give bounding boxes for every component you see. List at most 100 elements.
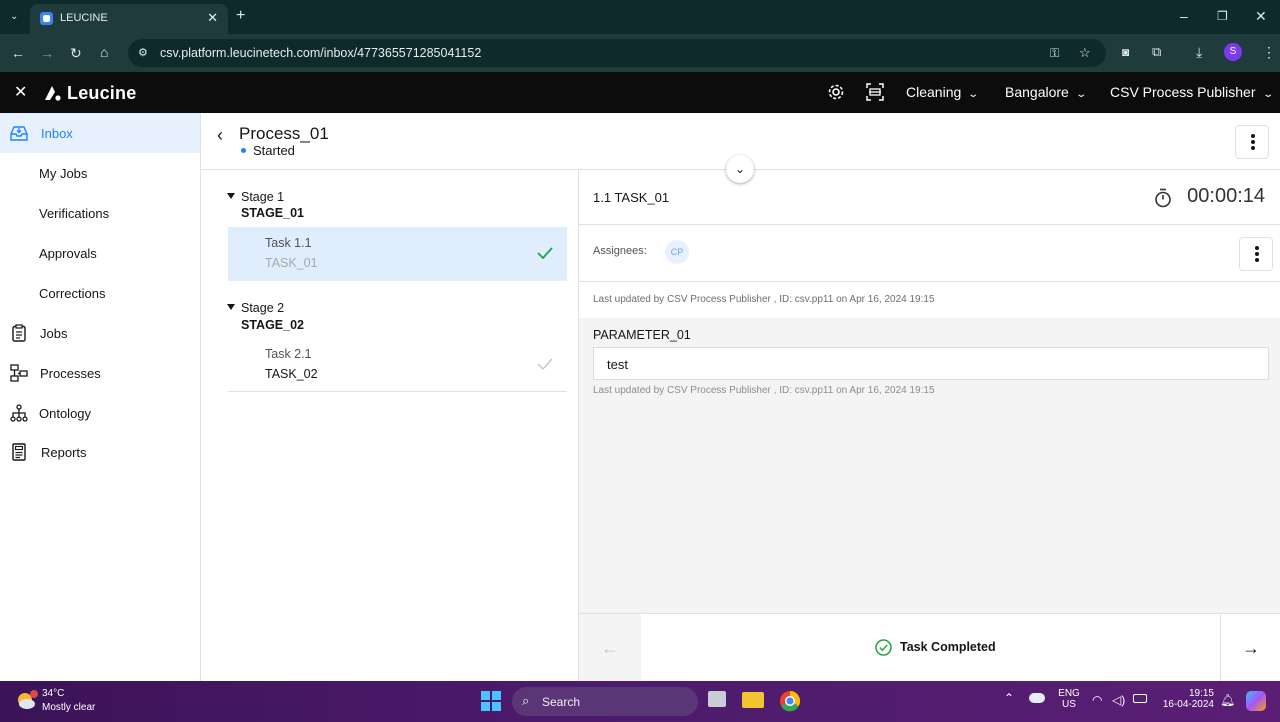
sidebar-item-approvals[interactable]: Approvals (0, 233, 200, 273)
site-info-icon[interactable]: ⚙ (138, 46, 148, 60)
home-icon[interactable]: ⌂ (100, 45, 108, 59)
facility-dropdown[interactable]: Cleaning ⌄ (906, 84, 980, 100)
process-more-button[interactable] (1235, 125, 1269, 159)
task-footer: ← Task Completed → (579, 613, 1280, 682)
assignees-row: Assignees: CP (579, 225, 1280, 282)
sidebar-item-reports[interactable]: Reports (0, 432, 200, 472)
check-circle-icon (875, 639, 892, 656)
task-item[interactable]: Task 2.1 TASK_02 (228, 338, 567, 392)
sidebar-item-corrections[interactable]: Corrections (0, 273, 200, 313)
tab-search-icon[interactable]: ⌄ (10, 10, 18, 24)
sidebar-item-label: Jobs (40, 326, 68, 341)
task-completed-status: Task Completed (900, 640, 996, 654)
task-view-icon[interactable] (708, 691, 726, 707)
collapse-header-button[interactable]: ⌄ (726, 155, 754, 183)
stage-toggle[interactable]: Stage 2 (227, 301, 284, 315)
back-icon[interactable]: ← (11, 46, 25, 60)
check-icon (537, 247, 553, 259)
chrome-icon[interactable] (778, 689, 802, 713)
chevron-up-icon[interactable]: ⌃ (1004, 691, 1014, 705)
arrow-left-icon: ← (601, 638, 619, 658)
app-header: ✕ Leucine Cleaning ⌄ Bangalore ⌄ CSV Proce… (0, 72, 1280, 113)
wifi-icon[interactable]: ◠ (1092, 693, 1102, 707)
sidebar-item-inbox[interactable]: Inbox (0, 113, 200, 153)
file-explorer-icon[interactable] (742, 692, 764, 708)
settings-gear-icon[interactable] (827, 83, 845, 101)
browser-toolbar: ← → ↻ ⌂ ⚙ csv.platform.leucinetech.com/i… (0, 34, 1280, 72)
password-key-icon[interactable]: ⚿ (1050, 46, 1059, 60)
window-close-icon[interactable]: ✕ (1255, 9, 1267, 23)
task-name: TASK_02 (265, 367, 318, 381)
flowchart-icon (10, 364, 28, 382)
check-icon (537, 358, 553, 370)
parameter-last-updated: Last updated by CSV Process Publisher , … (593, 385, 935, 396)
minimize-icon[interactable]: – (1180, 9, 1188, 23)
close-icon[interactable]: ✕ (14, 82, 27, 102)
sidebar-item-label: Approvals (39, 246, 97, 261)
sidebar-item-label: Processes (40, 366, 101, 381)
clipboard-icon (12, 324, 26, 342)
camera-icon[interactable]: ◙ (1122, 45, 1129, 59)
download-icon[interactable]: ⤓ (1196, 45, 1202, 59)
bookmark-star-icon[interactable]: ☆ (1079, 46, 1091, 60)
sidebar-item-label: Ontology (39, 406, 92, 421)
notification-bell-icon[interactable]: 🔔︎ (1220, 693, 1235, 707)
site-dropdown[interactable]: Bangalore ⌄ (1005, 84, 1087, 100)
sidebar-item-jobs[interactable]: Jobs (0, 313, 200, 353)
battery-icon[interactable] (1133, 694, 1147, 703)
favicon-icon (40, 12, 53, 25)
copilot-icon[interactable] (1246, 691, 1266, 711)
browser-tab[interactable]: LEUCINE ✕ (30, 4, 228, 34)
caret-down-icon (227, 193, 235, 199)
search-label: Search (542, 695, 581, 709)
chevron-down-icon: ⌄ (734, 162, 746, 176)
brand-name: Leucine (67, 83, 137, 103)
task-title: 1.1 TASK_01 (593, 190, 670, 205)
onedrive-cloud-icon[interactable] (1029, 693, 1045, 703)
task-panel: 1.1 TASK_01 00:00:14 Assignees: CP Last … (578, 170, 1280, 682)
back-arrow-icon[interactable]: ‹ (217, 125, 223, 146)
forward-icon[interactable]: → (40, 46, 54, 60)
profile-avatar[interactable]: S (1224, 43, 1242, 61)
chevron-down-icon: ⌄ (1075, 89, 1087, 100)
reload-icon[interactable]: ↻ (70, 46, 82, 60)
new-tab-icon[interactable]: + (236, 8, 245, 24)
sidebar-item-label: Verifications (39, 206, 110, 221)
chevron-down-icon: ⌄ (967, 89, 980, 100)
restore-icon[interactable]: ❐ (1217, 9, 1228, 23)
process-status: Started (253, 143, 295, 158)
volume-icon[interactable]: ◁) (1112, 693, 1125, 707)
caret-down-icon (227, 304, 235, 310)
assignee-avatar[interactable]: CP (665, 240, 689, 264)
sidebar-item-label: My Jobs (39, 166, 88, 181)
sidebar-item-ontology[interactable]: Ontology (0, 393, 200, 433)
task-item[interactable]: Task 1.1 TASK_01 (228, 227, 567, 281)
browser-tab-bar: ⌄ LEUCINE ✕ + – ❐ ✕ (0, 0, 1280, 34)
sidebar-item-verifications[interactable]: Verifications (0, 193, 200, 233)
search-icon: ⌕ (522, 693, 530, 708)
address-field[interactable]: ⚙ csv.platform.leucinetech.com/inbox/477… (128, 39, 1106, 67)
weather-description: Mostly clear (42, 702, 96, 713)
sidebar: Inbox My Jobs Verifications Approvals Co… (0, 113, 201, 681)
tab-title: LEUCINE (60, 12, 108, 24)
next-task-button[interactable]: → (1220, 614, 1280, 682)
scanner-icon[interactable] (866, 83, 884, 101)
windows-start-icon[interactable] (481, 691, 501, 711)
parameter-input[interactable]: test (593, 347, 1269, 380)
task-number: Task 1.1 (265, 236, 312, 250)
parameter-label: PARAMETER_01 (593, 328, 691, 342)
browser-menu-icon[interactable]: ⋮ (1262, 45, 1276, 59)
tab-close-icon[interactable]: ✕ (207, 10, 218, 26)
stage-toggle[interactable]: Stage 1 (227, 190, 284, 204)
extensions-icon[interactable]: ⧉ (1152, 45, 1161, 59)
task-more-button[interactable] (1239, 237, 1273, 271)
taskbar-search[interactable]: ⌕ Search (512, 687, 698, 716)
status-dot (241, 148, 246, 153)
language-indicator[interactable]: ENG US (1058, 688, 1080, 710)
system-clock[interactable]: 19:15 16-04-2024 (1160, 688, 1214, 710)
previous-task-button[interactable]: ← (579, 614, 641, 682)
sidebar-item-processes[interactable]: Processes (0, 353, 200, 393)
sidebar-item-my-jobs[interactable]: My Jobs (0, 153, 200, 193)
user-dropdown[interactable]: CSV Process Publisher ⌄ (1110, 84, 1274, 100)
weather-icon[interactable] (14, 689, 38, 713)
